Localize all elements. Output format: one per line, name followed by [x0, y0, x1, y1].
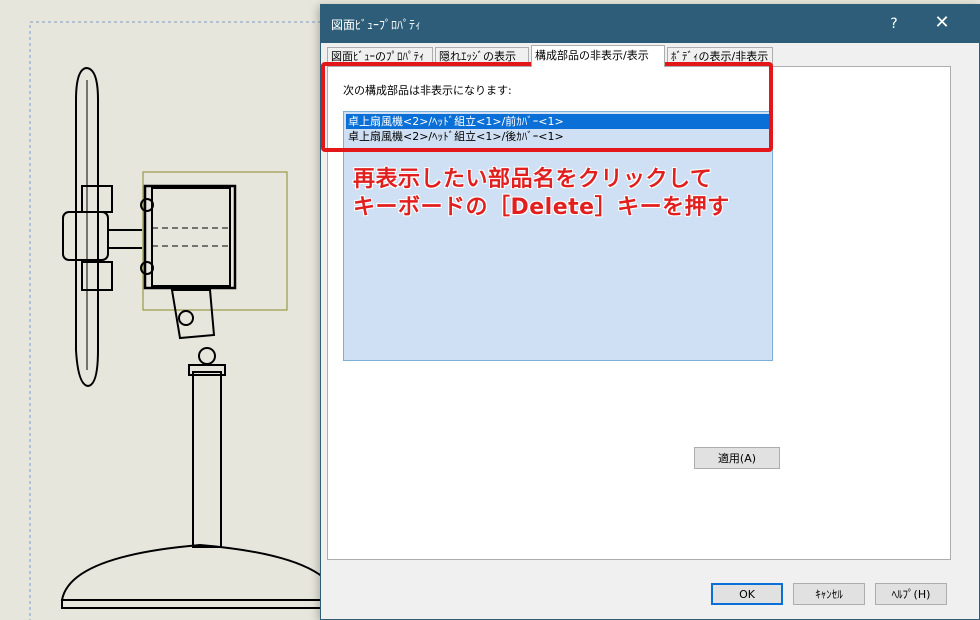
- apply-button[interactable]: 適用(A): [694, 447, 780, 469]
- cancel-button[interactable]: ｷｬﾝｾﾙ: [793, 583, 865, 605]
- ok-button[interactable]: OK: [711, 583, 783, 605]
- dialog-title: 図面ﾋﾞｭｰﾌﾟﾛﾊﾟﾃｨ: [331, 18, 422, 32]
- dialog-titlebar[interactable]: 図面ﾋﾞｭｰﾌﾟﾛﾊﾟﾃｨ ? ✕: [321, 5, 979, 43]
- help-button[interactable]: ﾍﾙﾌﾟ(H): [875, 583, 947, 605]
- tab-hide-show-components[interactable]: 構成部品の非表示/表示: [531, 45, 665, 67]
- close-icon[interactable]: ✕: [931, 13, 953, 35]
- fan-drawing: [60, 66, 340, 609]
- annotation-text: 再表示したい部品名をクリックして キーボードの［Delete］キーを押す: [353, 166, 730, 222]
- annotation-highlight-box: [321, 62, 773, 152]
- help-icon[interactable]: ?: [883, 13, 905, 35]
- annotation-line-2: キーボードの［Delete］キーを押す: [353, 195, 730, 220]
- annotation-line-1: 再表示したい部品名をクリックして: [353, 167, 713, 192]
